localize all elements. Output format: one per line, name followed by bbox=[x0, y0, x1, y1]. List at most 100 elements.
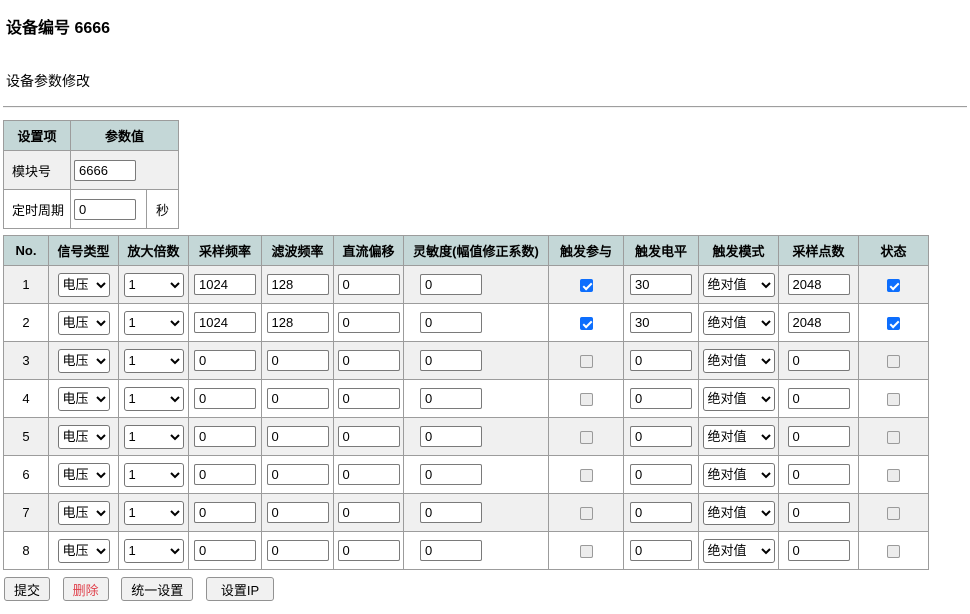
sample-rate-input[interactable] bbox=[194, 540, 256, 561]
header-no: No. bbox=[4, 236, 49, 266]
header-sample-rate: 采样频率 bbox=[189, 236, 262, 266]
dc-offset-input[interactable] bbox=[338, 464, 400, 485]
trigger-level-input[interactable] bbox=[630, 540, 692, 561]
filter-freq-input[interactable] bbox=[267, 388, 329, 409]
sample-rate-input[interactable] bbox=[194, 426, 256, 447]
status-checkbox[interactable] bbox=[887, 507, 900, 520]
trigger-enable-checkbox[interactable] bbox=[580, 393, 593, 406]
sample-points-input[interactable] bbox=[788, 350, 850, 371]
filter-freq-input[interactable] bbox=[267, 540, 329, 561]
gain-select[interactable]: 1 bbox=[124, 273, 184, 297]
sensitivity-input[interactable] bbox=[420, 350, 482, 371]
timer-period-input[interactable] bbox=[74, 199, 136, 220]
signal-type-select[interactable]: 电压 bbox=[58, 539, 110, 563]
sample-points-input[interactable] bbox=[788, 502, 850, 523]
filter-freq-input[interactable] bbox=[267, 502, 329, 523]
trigger-level-input[interactable] bbox=[630, 312, 692, 333]
trigger-mode-select[interactable]: 绝对值 bbox=[703, 425, 775, 449]
sensitivity-input[interactable] bbox=[420, 464, 482, 485]
dc-offset-input[interactable] bbox=[338, 388, 400, 409]
sample-rate-input[interactable] bbox=[194, 464, 256, 485]
sample-rate-input[interactable] bbox=[194, 274, 256, 295]
sample-points-input[interactable] bbox=[788, 388, 850, 409]
status-checkbox[interactable] bbox=[887, 279, 900, 292]
filter-freq-input[interactable] bbox=[267, 312, 329, 333]
trigger-enable-checkbox[interactable] bbox=[580, 431, 593, 444]
filter-freq-input[interactable] bbox=[267, 350, 329, 371]
gain-select[interactable]: 1 bbox=[124, 539, 184, 563]
trigger-mode-select[interactable]: 绝对值 bbox=[703, 273, 775, 297]
sample-rate-input[interactable] bbox=[194, 502, 256, 523]
trigger-mode-select[interactable]: 绝对值 bbox=[703, 501, 775, 525]
filter-freq-input[interactable] bbox=[267, 464, 329, 485]
sensitivity-input[interactable] bbox=[420, 388, 482, 409]
gain-select[interactable]: 1 bbox=[124, 349, 184, 373]
settings-header-value: 参数值 bbox=[71, 121, 179, 151]
dc-offset-input[interactable] bbox=[338, 350, 400, 371]
dc-offset-input[interactable] bbox=[338, 540, 400, 561]
status-checkbox[interactable] bbox=[887, 545, 900, 558]
sensitivity-input[interactable] bbox=[420, 312, 482, 333]
signal-type-select[interactable]: 电压 bbox=[58, 387, 110, 411]
trigger-enable-checkbox[interactable] bbox=[580, 545, 593, 558]
trigger-mode-select[interactable]: 绝对值 bbox=[703, 387, 775, 411]
signal-type-select[interactable]: 电压 bbox=[58, 349, 110, 373]
filter-freq-input[interactable] bbox=[267, 426, 329, 447]
sample-rate-input[interactable] bbox=[194, 312, 256, 333]
signal-type-select[interactable]: 电压 bbox=[58, 501, 110, 525]
module-number-input[interactable] bbox=[74, 160, 136, 181]
trigger-mode-select[interactable]: 绝对值 bbox=[703, 463, 775, 487]
sample-points-input[interactable] bbox=[788, 312, 850, 333]
gain-select[interactable]: 1 bbox=[124, 387, 184, 411]
dc-offset-input[interactable] bbox=[338, 274, 400, 295]
sensitivity-input[interactable] bbox=[420, 426, 482, 447]
sample-points-input[interactable] bbox=[788, 540, 850, 561]
signal-type-select[interactable]: 电压 bbox=[58, 273, 110, 297]
dc-offset-input[interactable] bbox=[338, 312, 400, 333]
sensitivity-input[interactable] bbox=[420, 274, 482, 295]
status-checkbox[interactable] bbox=[887, 469, 900, 482]
status-checkbox[interactable] bbox=[887, 317, 900, 330]
status-checkbox[interactable] bbox=[887, 355, 900, 368]
sample-rate-input[interactable] bbox=[194, 388, 256, 409]
signal-type-select[interactable]: 电压 bbox=[58, 425, 110, 449]
dc-offset-input[interactable] bbox=[338, 426, 400, 447]
timer-period-unit: 秒 bbox=[147, 190, 179, 229]
sample-points-input[interactable] bbox=[788, 274, 850, 295]
signal-type-select[interactable]: 电压 bbox=[58, 311, 110, 335]
trigger-enable-checkbox[interactable] bbox=[580, 317, 593, 330]
sample-points-input[interactable] bbox=[788, 464, 850, 485]
status-checkbox[interactable] bbox=[887, 431, 900, 444]
set-ip-button[interactable]: 设置IP bbox=[206, 577, 274, 601]
signal-type-select[interactable]: 电压 bbox=[58, 463, 110, 487]
status-checkbox[interactable] bbox=[887, 393, 900, 406]
gain-select[interactable]: 1 bbox=[124, 425, 184, 449]
trigger-level-input[interactable] bbox=[630, 426, 692, 447]
trigger-level-input[interactable] bbox=[630, 464, 692, 485]
gain-select[interactable]: 1 bbox=[124, 463, 184, 487]
filter-freq-input[interactable] bbox=[267, 274, 329, 295]
trigger-enable-checkbox[interactable] bbox=[580, 355, 593, 368]
sample-points-input[interactable] bbox=[788, 426, 850, 447]
trigger-mode-select[interactable]: 绝对值 bbox=[703, 349, 775, 373]
batch-settings-button[interactable]: 统一设置 bbox=[121, 577, 193, 601]
sensitivity-input[interactable] bbox=[420, 540, 482, 561]
gain-select[interactable]: 1 bbox=[124, 501, 184, 525]
header-gain: 放大倍数 bbox=[119, 236, 189, 266]
delete-button[interactable]: 删除 bbox=[63, 577, 109, 601]
sample-rate-input[interactable] bbox=[194, 350, 256, 371]
trigger-level-input[interactable] bbox=[630, 274, 692, 295]
trigger-mode-select[interactable]: 绝对值 bbox=[703, 311, 775, 335]
trigger-mode-select[interactable]: 绝对值 bbox=[703, 539, 775, 563]
trigger-level-input[interactable] bbox=[630, 502, 692, 523]
submit-button[interactable]: 提交 bbox=[4, 577, 50, 601]
sensitivity-input[interactable] bbox=[420, 502, 482, 523]
trigger-level-input[interactable] bbox=[630, 388, 692, 409]
trigger-enable-checkbox[interactable] bbox=[580, 469, 593, 482]
trigger-enable-checkbox[interactable] bbox=[580, 279, 593, 292]
dc-offset-input[interactable] bbox=[338, 502, 400, 523]
trigger-enable-checkbox[interactable] bbox=[580, 507, 593, 520]
settings-row-module: 模块号 bbox=[4, 151, 179, 190]
trigger-level-input[interactable] bbox=[630, 350, 692, 371]
gain-select[interactable]: 1 bbox=[124, 311, 184, 335]
